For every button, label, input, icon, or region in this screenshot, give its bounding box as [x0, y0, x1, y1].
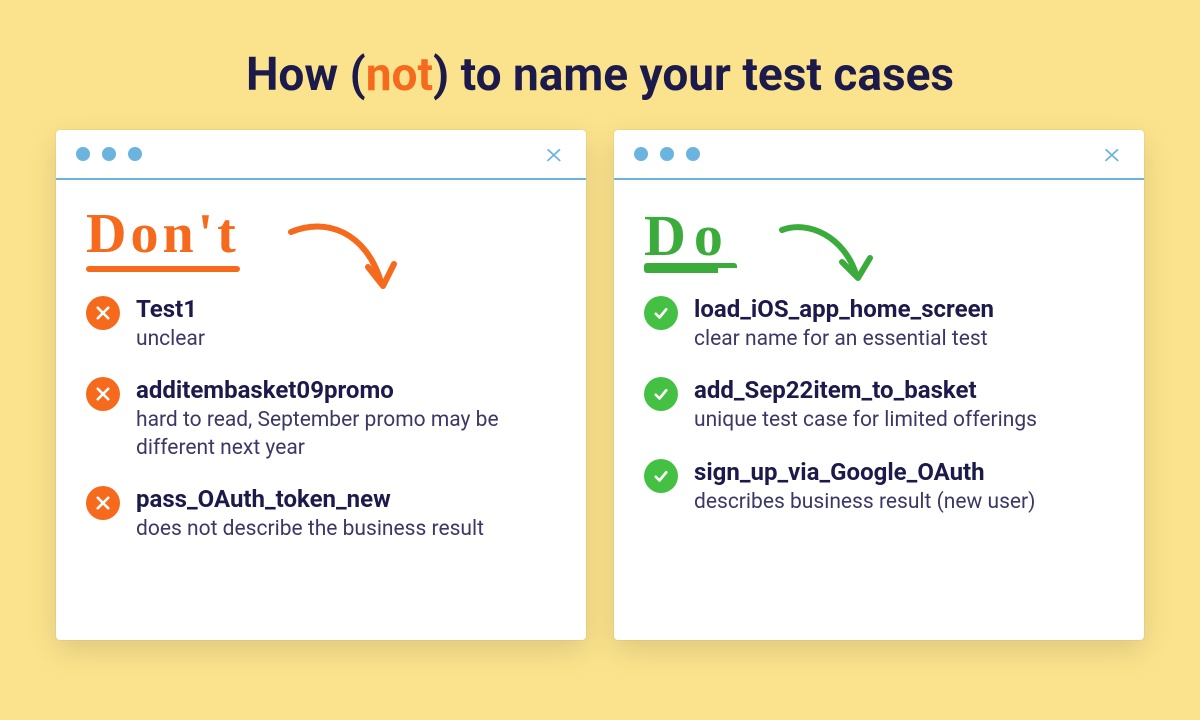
window-dot-icon — [128, 147, 142, 161]
arrow-icon — [286, 212, 406, 312]
dont-heading-wrap: Don't — [86, 202, 556, 282]
window-dot-icon — [660, 147, 674, 161]
item-text: additembasket09promo hard to read, Septe… — [136, 375, 556, 462]
window-titlebar: × — [614, 130, 1144, 180]
window-dot-icon — [686, 147, 700, 161]
list-item: pass_OAuth_token_new does not describe t… — [86, 484, 556, 543]
list-item: add_Sep22item_to_basket unique test case… — [644, 375, 1114, 434]
item-text: add_Sep22item_to_basket unique test case… — [694, 375, 1114, 434]
title-prefix: How ( — [246, 48, 366, 102]
title-accent: not — [366, 48, 433, 102]
do-panel: × Do load_iOS_app_home_screen clear name… — [614, 130, 1144, 640]
window-dots — [634, 147, 700, 161]
check-badge-icon — [644, 296, 678, 330]
list-item: additembasket09promo hard to read, Septe… — [86, 375, 556, 462]
cross-badge-icon — [86, 486, 120, 520]
item-title: pass_OAuth_token_new — [136, 484, 556, 514]
do-panel-body: Do load_iOS_app_home_screen clear name f… — [614, 180, 1144, 540]
page-title: How (not) to name your test cases — [0, 0, 1200, 130]
item-title: additembasket09promo — [136, 375, 556, 405]
window-dot-icon — [76, 147, 90, 161]
dont-heading: Don't — [86, 202, 240, 266]
dont-items: Test1 unclear additembasket09promo hard … — [86, 294, 556, 543]
item-desc: clear name for an essential test — [694, 326, 1114, 353]
item-text: sign_up_via_Google_OAuth describes busin… — [694, 457, 1114, 516]
item-desc: hard to read, September promo may be dif… — [136, 407, 556, 462]
item-text: pass_OAuth_token_new does not describe t… — [136, 484, 556, 543]
list-item: sign_up_via_Google_OAuth describes busin… — [644, 457, 1114, 516]
panels-row: × Don't Test1 unclear — [0, 130, 1200, 640]
item-desc: describes business result (new user) — [694, 489, 1114, 516]
item-text: load_iOS_app_home_screen clear name for … — [694, 294, 1114, 353]
dont-panel: × Don't Test1 unclear — [56, 130, 586, 640]
item-desc: unique test case for limited offerings — [694, 407, 1114, 434]
close-icon: × — [1103, 139, 1120, 169]
close-icon: × — [545, 139, 562, 169]
window-dot-icon — [634, 147, 648, 161]
item-title: add_Sep22item_to_basket — [694, 375, 1114, 405]
check-badge-icon — [644, 377, 678, 411]
cross-badge-icon — [86, 296, 120, 330]
cross-badge-icon — [86, 377, 120, 411]
window-dot-icon — [102, 147, 116, 161]
arrow-icon — [774, 212, 884, 307]
dont-panel-body: Don't Test1 unclear — [56, 180, 586, 567]
item-title: load_iOS_app_home_screen — [694, 294, 1114, 324]
do-items: load_iOS_app_home_screen clear name for … — [644, 294, 1114, 516]
title-suffix: ) to name your test cases — [433, 48, 954, 102]
check-badge-icon — [644, 459, 678, 493]
do-heading-wrap: Do — [644, 202, 1114, 282]
item-desc: unclear — [136, 326, 556, 353]
window-dots — [76, 147, 142, 161]
item-title: sign_up_via_Google_OAuth — [694, 457, 1114, 487]
do-heading: Do — [644, 202, 731, 269]
item-desc: does not describe the business result — [136, 516, 556, 543]
window-titlebar: × — [56, 130, 586, 180]
